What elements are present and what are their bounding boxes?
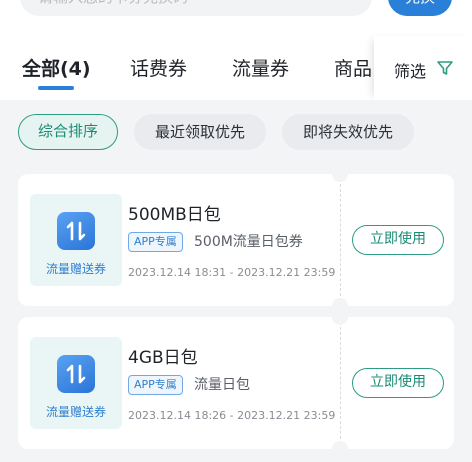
card-notch [332,309,348,325]
coupon-card: 流量赠送券 4GB日包 APP专属 流量日包 2023.12.14 18:26 … [18,309,454,457]
app-exclusive-badge: APP专属 [128,375,183,395]
tab-all[interactable]: 全部(4) [22,54,91,81]
tab-phone-bill[interactable]: 话费券 [130,54,187,81]
filter-button[interactable]: 筛选 [374,36,472,100]
app-exclusive-badge: APP专属 [128,232,183,252]
divider [340,184,341,296]
coupon-list: 流量赠送券 500MB日包 APP专属 500M流量日包券 2023.12.14… [0,162,472,462]
tab-data[interactable]: 流量券 [232,54,289,81]
category-tabs: 全部(4) 话费券 流量券 商品 筛选 [0,36,472,100]
divider [340,327,341,439]
coupon-thumbnail: 流量赠送券 [30,194,122,286]
coupon-validity: 2023.12.14 18:26 - 2023.12.21 23:59 [128,409,336,422]
coupon-description: 500M流量日包券 [194,234,303,250]
sort-recent-received[interactable]: 最近领取优先 [134,114,266,150]
thumb-label: 流量赠送券 [45,405,106,419]
coupon-thumbnail: 流量赠送券 [30,337,122,429]
sort-comprehensive[interactable]: 综合排序 [18,114,118,150]
tab-goods[interactable]: 商品 [334,54,372,81]
redeem-button[interactable]: 兑换 [388,0,452,16]
data-transfer-icon [57,212,95,250]
thumb-label: 流量赠送券 [45,262,106,276]
search-bar: 请输入您的卡券兑换码 兑换 [0,0,472,20]
coupon-title: 4GB日包 [128,348,198,368]
funnel-icon [437,61,453,75]
sort-expiring-soon[interactable]: 即将失效优先 [282,114,414,150]
coupon-validity: 2023.12.14 18:31 - 2023.12.21 23:59 [128,266,336,279]
coupon-title: 500MB日包 [128,205,221,225]
card-notch [332,441,348,457]
card-notch [332,166,348,182]
coupon-description: 流量日包 [194,377,250,393]
use-now-button[interactable]: 立即使用 [352,368,444,398]
redeem-code-input[interactable]: 请输入您的卡券兑换码 [20,0,372,16]
data-transfer-icon [57,355,95,393]
coupon-card: 流量赠送券 500MB日包 APP专属 500M流量日包券 2023.12.14… [18,166,454,314]
active-tab-indicator [38,86,74,90]
use-now-button[interactable]: 立即使用 [352,225,444,255]
sort-options: 综合排序 最近领取优先 即将失效优先 [0,100,472,162]
filter-label: 筛选 [394,62,427,81]
